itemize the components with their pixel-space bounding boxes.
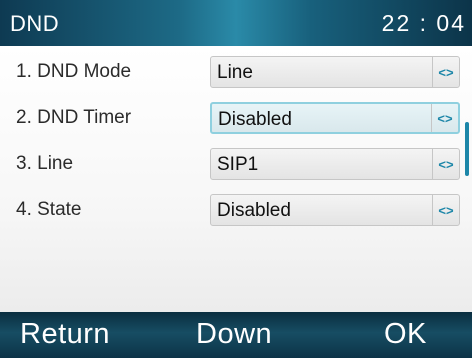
down-softkey[interactable]: Down: [196, 318, 272, 351]
state-select[interactable]: Disabled <>: [210, 194, 460, 226]
dnd-timer-select[interactable]: Disabled <>: [210, 102, 460, 134]
list-item-state[interactable]: 4. State Disabled <>: [0, 188, 472, 234]
title-bar: DND 22 : 04: [0, 0, 472, 46]
softkey-bar: Return Down OK: [0, 312, 472, 358]
line-value: SIP1: [217, 154, 259, 175]
dnd-mode-label: 1. DND Mode: [16, 61, 132, 82]
dnd-timer-label: 2. DND Timer: [16, 107, 132, 128]
dnd-mode-select[interactable]: Line <>: [210, 56, 460, 88]
left-right-arrows-icon[interactable]: <>: [432, 57, 459, 87]
line-label: 3. Line: [16, 153, 74, 174]
list-item-line[interactable]: 3. Line SIP1 <>: [0, 142, 472, 188]
line-select[interactable]: SIP1 <>: [210, 148, 460, 180]
left-right-arrows-icon[interactable]: <>: [431, 104, 458, 132]
return-softkey[interactable]: Return: [20, 318, 110, 351]
settings-list: 1. DND Mode Line <> 2. DND Timer Disable…: [0, 46, 472, 312]
page-title: DND: [10, 11, 60, 36]
ok-softkey[interactable]: OK: [384, 318, 427, 351]
left-right-arrows-icon[interactable]: <>: [432, 195, 459, 225]
list-item-dnd-mode[interactable]: 1. DND Mode Line <>: [0, 50, 472, 96]
list-item-dnd-timer[interactable]: 2. DND Timer Disabled <>: [0, 96, 472, 142]
dnd-mode-value: Line: [217, 62, 253, 83]
state-value: Disabled: [217, 200, 291, 221]
dnd-timer-value: Disabled: [218, 109, 292, 130]
phone-screen: DND 22 : 04 1. DND Mode Line <> 2. DND T…: [0, 0, 472, 358]
state-label: 4. State: [16, 199, 82, 220]
left-right-arrows-icon[interactable]: <>: [432, 149, 459, 179]
clock: 22 : 04: [381, 10, 466, 36]
scrollbar[interactable]: [465, 122, 469, 176]
